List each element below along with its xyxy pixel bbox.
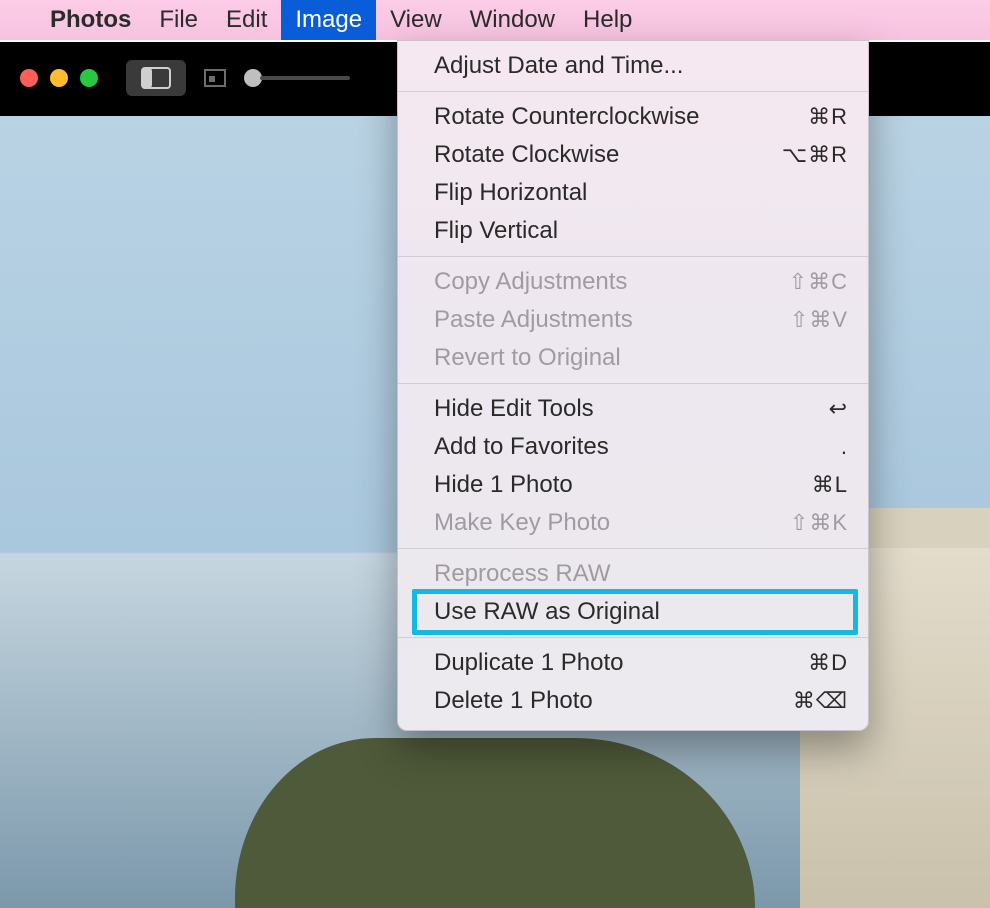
- menu-item-label: Add to Favorites: [434, 433, 762, 461]
- menu-item-label: Duplicate 1 Photo: [434, 649, 762, 677]
- menubar-item-file[interactable]: File: [145, 0, 212, 40]
- menu-item-shortcut: .: [762, 434, 848, 460]
- menu-item[interactable]: Hide Edit Tools↩: [398, 390, 868, 428]
- image-menu: Adjust Date and Time... Rotate Counterclo…: [397, 40, 869, 731]
- menu-item-label: Copy Adjustments: [434, 268, 762, 296]
- menubar-app-name[interactable]: Photos: [36, 0, 145, 40]
- minimize-window-button[interactable]: [50, 69, 68, 87]
- menu-item-shortcut: ⌘D: [762, 650, 848, 676]
- close-window-button[interactable]: [20, 69, 38, 87]
- menu-item-shortcut: ⇧⌘V: [762, 307, 848, 333]
- menubar-item-window[interactable]: Window: [456, 0, 569, 40]
- menu-separator: [398, 548, 868, 549]
- menu-item[interactable]: Rotate Counterclockwise⌘R: [398, 98, 868, 136]
- traffic-lights: [20, 69, 98, 87]
- menu-item-label: Rotate Counterclockwise: [434, 103, 762, 131]
- menu-item[interactable]: Duplicate 1 Photo⌘D: [398, 644, 868, 682]
- menubar-item-help[interactable]: Help: [569, 0, 646, 40]
- zoom-slider-track: [260, 76, 350, 80]
- menu-item-label: Adjust Date and Time...: [434, 52, 848, 80]
- window-titlebar: [12, 50, 350, 106]
- menu-item: Revert to Original: [398, 339, 868, 377]
- menu-item[interactable]: Add to Favorites.: [398, 428, 868, 466]
- menubar-item-image[interactable]: Image: [281, 0, 376, 40]
- photo-foreground-island: [235, 738, 755, 908]
- menu-item-shortcut: ⌘L: [762, 472, 848, 498]
- menubar-item-edit[interactable]: Edit: [212, 0, 281, 40]
- menu-item[interactable]: Hide 1 Photo⌘L: [398, 466, 868, 504]
- menu-separator: [398, 256, 868, 257]
- menu-item-label: Revert to Original: [434, 344, 848, 372]
- menu-item-shortcut: ⌥⌘R: [762, 142, 848, 168]
- menu-item[interactable]: Delete 1 Photo⌘⌫: [398, 682, 868, 720]
- menu-item-shortcut: ⌘R: [762, 104, 848, 130]
- sidebar-toggle-button[interactable]: [126, 60, 186, 96]
- thumbnail-icon[interactable]: [204, 69, 226, 87]
- menu-item-label: Flip Horizontal: [434, 179, 848, 207]
- menu-item-label: Paste Adjustments: [434, 306, 762, 334]
- menu-item-label: Use RAW as Original: [434, 598, 848, 626]
- menu-item-label: Flip Vertical: [434, 217, 848, 245]
- menu-item-label: Reprocess RAW: [434, 560, 848, 588]
- menu-item-label: Hide 1 Photo: [434, 471, 762, 499]
- menubar: Photos File Edit Image View Window Help: [0, 0, 990, 40]
- sidebar-icon: [141, 67, 171, 89]
- menu-item[interactable]: Flip Horizontal: [398, 174, 868, 212]
- menu-item-shortcut: ⇧⌘K: [762, 510, 848, 536]
- menu-separator: [398, 383, 868, 384]
- menu-item-label: Hide Edit Tools: [434, 395, 762, 423]
- menu-item-shortcut: ↩: [762, 396, 848, 422]
- menu-item-label: Delete 1 Photo: [434, 687, 762, 715]
- menu-item[interactable]: Rotate Clockwise⌥⌘R: [398, 136, 868, 174]
- menu-item: Reprocess RAW: [398, 555, 868, 593]
- zoom-slider[interactable]: [244, 69, 350, 87]
- menu-item: Copy Adjustments⇧⌘C: [398, 263, 868, 301]
- menu-item[interactable]: Use RAW as Original: [398, 593, 868, 631]
- menu-separator: [398, 637, 868, 638]
- menu-item: Paste Adjustments⇧⌘V: [398, 301, 868, 339]
- menu-item: Make Key Photo⇧⌘K: [398, 504, 868, 542]
- menu-item-shortcut: ⌘⌫: [762, 688, 848, 714]
- menu-item-label: Make Key Photo: [434, 509, 762, 537]
- menu-item-label: Rotate Clockwise: [434, 141, 762, 169]
- menu-item[interactable]: Flip Vertical: [398, 212, 868, 250]
- menubar-item-view[interactable]: View: [376, 0, 456, 40]
- menu-item[interactable]: Adjust Date and Time...: [398, 47, 868, 85]
- menu-separator: [398, 91, 868, 92]
- menu-item-shortcut: ⇧⌘C: [762, 269, 848, 295]
- fullscreen-window-button[interactable]: [80, 69, 98, 87]
